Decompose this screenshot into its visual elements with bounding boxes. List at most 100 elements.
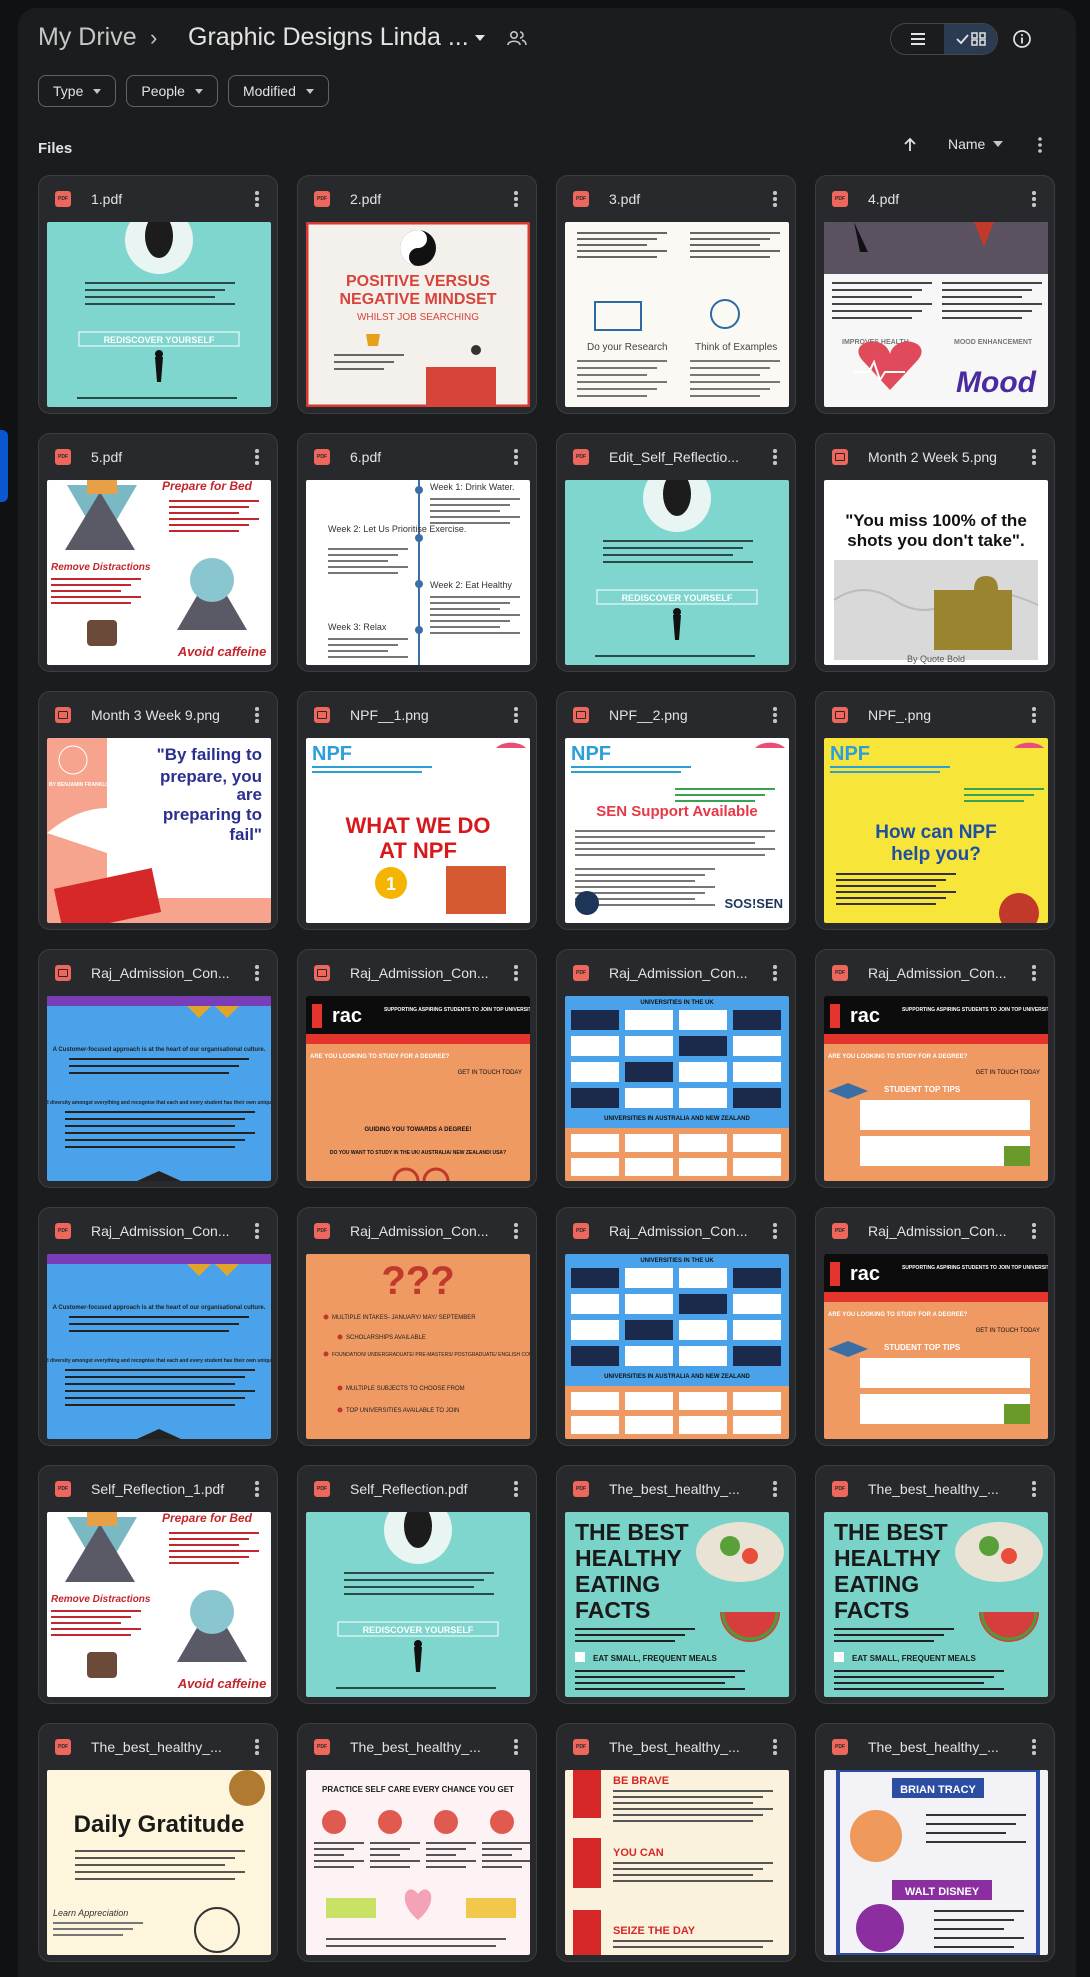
more-actions-icon[interactable] — [1024, 449, 1044, 465]
file-card[interactable]: PDF Raj_Admission_Con... A Customer-focu… — [38, 1207, 278, 1446]
more-actions-icon[interactable] — [247, 449, 267, 465]
more-actions-icon[interactable] — [765, 965, 785, 981]
file-thumbnail[interactable]: rac SUPPORTING ASPIRING STUDENTS TO JOIN … — [824, 1254, 1048, 1439]
file-card[interactable]: PDF 4.pdf IMPROVES HEALTH MOOD ENHANCEMEN… — [815, 175, 1055, 414]
more-actions-icon[interactable] — [765, 707, 785, 723]
file-card[interactable]: PDF The_best_healthy_... THE BEST HEALTHY… — [815, 1465, 1055, 1704]
more-actions-icon[interactable] — [506, 1481, 526, 1497]
file-card[interactable]: PDF Raj_Admission_Con... UNIVERSITIES IN… — [556, 949, 796, 1188]
file-thumbnail[interactable]: UNIVERSITIES IN THE UK UNIVERSITIES IN AU… — [565, 1254, 789, 1439]
file-thumbnail[interactable]: BRIAN TRACY WALT DISNEY — [824, 1770, 1048, 1955]
breadcrumb-current-folder[interactable]: Graphic Designs Linda ... — [188, 23, 469, 52]
file-thumbnail[interactable]: A Customer-focused approach is at the he… — [47, 1254, 271, 1439]
thumb-text: BY BENJAMIN FRANKLIN — [49, 782, 111, 788]
shared-folder-icon[interactable] — [505, 27, 529, 49]
file-card[interactable]: Month 3 Week 9.png BY BENJAMIN FRANKLIN "… — [38, 691, 278, 930]
more-actions-icon[interactable] — [506, 1223, 526, 1239]
file-card[interactable]: NPF__1.png NPF WHAT WE DO AT NPF 1 — [297, 691, 537, 930]
more-actions-icon[interactable] — [247, 1739, 267, 1755]
file-card[interactable]: PDF Raj_Admission_Con... rac SUPPORTING A… — [815, 1207, 1055, 1446]
file-thumbnail[interactable]: Prepare for Bed Remove Distractions Avoid … — [47, 480, 271, 665]
file-card[interactable]: PDF 3.pdf Do your Research Think of Examp… — [556, 175, 796, 414]
filter-modified-chip[interactable]: Modified — [227, 75, 329, 107]
file-card[interactable]: PDF The_best_healthy_... Daily Gratitude… — [38, 1723, 278, 1962]
file-card[interactable]: PDF The_best_healthy_... BE BRAVE YOU CAN… — [556, 1723, 796, 1962]
file-thumbnail[interactable]: Daily Gratitude Learn Appreciation — [47, 1770, 271, 1955]
file-thumbnail[interactable]: REDISCOVER YOURSELF — [47, 222, 271, 407]
file-thumbnail[interactable]: NPF SEN Support Available SOS!SEN — [565, 738, 789, 923]
file-card[interactable]: PDF Edit_Self_Reflectio... REDISCOVER YO… — [556, 433, 796, 672]
file-thumbnail[interactable]: BY BENJAMIN FRANKLIN "By failing to prepar… — [47, 738, 271, 923]
more-actions-icon[interactable] — [1024, 707, 1044, 723]
more-actions-icon[interactable] — [765, 191, 785, 207]
file-card[interactable]: PDF Self_Reflection_1.pdf Prepare for Be… — [38, 1465, 278, 1704]
file-card[interactable]: NPF_.png NPF How can NPF help you? — [815, 691, 1055, 930]
file-thumbnail[interactable]: REDISCOVER YOURSELF — [565, 480, 789, 665]
file-thumbnail[interactable]: POSITIVE VERSUS NEGATIVE MINDSET WHILST JO… — [306, 222, 530, 407]
more-actions-icon[interactable] — [506, 965, 526, 981]
file-card[interactable]: PDF 5.pdf Prepare for Bed Remove Distract… — [38, 433, 278, 672]
file-thumbnail[interactable]: NPF How can NPF help you? — [824, 738, 1048, 923]
more-actions-icon[interactable] — [1024, 1739, 1044, 1755]
sort-direction-arrow-icon[interactable] — [898, 133, 922, 157]
file-card[interactable]: Raj_Admission_Con... rac SUPPORTING ASPIR… — [297, 949, 537, 1188]
file-card[interactable]: PDF The_best_healthy_... THE BEST HEALTHY… — [556, 1465, 796, 1704]
file-thumbnail[interactable]: REDISCOVER YOURSELF — [306, 1512, 530, 1697]
more-actions-icon[interactable] — [506, 1739, 526, 1755]
list-view-button[interactable] — [891, 24, 944, 54]
file-card[interactable]: NPF__2.png NPF SEN Support Available SOS!S… — [556, 691, 796, 930]
side-panel-tab[interactable] — [0, 430, 8, 502]
breadcrumb-root[interactable]: My Drive — [38, 23, 137, 52]
file-thumbnail[interactable]: Week 1: Drink Water. Week 2: Let Us Prior… — [306, 480, 530, 665]
more-actions-icon[interactable] — [765, 449, 785, 465]
file-card[interactable]: Month 2 Week 5.png "You miss 100% of the… — [815, 433, 1055, 672]
more-actions-icon[interactable] — [247, 191, 267, 207]
folder-menu-caret-icon[interactable] — [470, 28, 490, 48]
more-options-icon[interactable] — [1028, 133, 1052, 157]
file-thumbnail[interactable]: rac SUPPORTING ASPIRING STUDENTS TO JOIN … — [824, 996, 1048, 1181]
file-thumbnail[interactable]: NPF WHAT WE DO AT NPF 1 — [306, 738, 530, 923]
file-card-header: PDF Edit_Self_Reflectio... — [557, 434, 795, 480]
filter-people-chip[interactable]: People — [126, 75, 218, 107]
file-card[interactable]: PDF The_best_healthy_... BRIAN TRACY WALT… — [815, 1723, 1055, 1962]
sort-by-name-button[interactable]: Name — [948, 136, 1004, 152]
more-actions-icon[interactable] — [1024, 191, 1044, 207]
more-actions-icon[interactable] — [765, 1481, 785, 1497]
file-card[interactable]: PDF 6.pdf Week 1: Drink Water. Week 2: Le… — [297, 433, 537, 672]
more-actions-icon[interactable] — [506, 449, 526, 465]
more-actions-icon[interactable] — [1024, 1481, 1044, 1497]
more-actions-icon[interactable] — [765, 1739, 785, 1755]
more-actions-icon[interactable] — [247, 707, 267, 723]
file-thumbnail[interactable]: A Customer-focused approach is at the he… — [47, 996, 271, 1181]
file-card[interactable]: Raj_Admission_Con... A Customer-focused … — [38, 949, 278, 1188]
grid-view-button[interactable] — [944, 24, 997, 54]
file-card[interactable]: PDF 2.pdf POSITIVE VERSUS NEGATIVE MINDSE… — [297, 175, 537, 414]
file-thumbnail[interactable]: "You miss 100% of the shots you don't tak… — [824, 480, 1048, 665]
file-thumbnail[interactable]: UNIVERSITIES IN THE UK UNIVERSITIES IN AU… — [565, 996, 789, 1181]
file-card[interactable]: PDF Self_Reflection.pdf REDISCOVER YOURS… — [297, 1465, 537, 1704]
file-thumbnail[interactable]: THE BEST HEALTHY EATING FACTS EAT SMALL, FRE… — [565, 1512, 789, 1697]
more-actions-icon[interactable] — [506, 191, 526, 207]
more-actions-icon[interactable] — [1024, 1223, 1044, 1239]
file-card[interactable]: PDF Raj_Admission_Con... UNIVERSITIES IN… — [556, 1207, 796, 1446]
file-thumbnail[interactable]: IMPROVES HEALTH MOOD ENHANCEMENT Mood — [824, 222, 1048, 407]
file-thumbnail[interactable]: Do your Research Think of Examples — [565, 222, 789, 407]
info-icon[interactable] — [1010, 27, 1034, 51]
file-card[interactable]: PDF 1.pdf REDISCOVER YOURSELF — [38, 175, 278, 414]
file-thumbnail[interactable]: rac SUPPORTING ASPIRING STUDENTS TO JOIN … — [306, 996, 530, 1181]
file-thumbnail[interactable]: Prepare for Bed Remove Distractions Avoid … — [47, 1512, 271, 1697]
more-actions-icon[interactable] — [765, 1223, 785, 1239]
more-actions-icon[interactable] — [247, 965, 267, 981]
file-thumbnail[interactable]: THE BEST HEALTHY EATING FACTS EAT SMALL, FRE… — [824, 1512, 1048, 1697]
file-card[interactable]: PDF Raj_Admission_Con... ??? MULTIPLE INT… — [297, 1207, 537, 1446]
more-actions-icon[interactable] — [1024, 965, 1044, 981]
file-thumbnail[interactable]: ??? MULTIPLE INTAKES- JANUARY/ MAY/ SEPTE… — [306, 1254, 530, 1439]
more-actions-icon[interactable] — [247, 1481, 267, 1497]
file-card[interactable]: PDF Raj_Admission_Con... rac SUPPORTING A… — [815, 949, 1055, 1188]
more-actions-icon[interactable] — [247, 1223, 267, 1239]
filter-type-chip[interactable]: Type — [38, 75, 117, 107]
file-card[interactable]: PDF The_best_healthy_... PRACTICE SELF C… — [297, 1723, 537, 1962]
more-actions-icon[interactable] — [506, 707, 526, 723]
file-thumbnail[interactable]: BE BRAVE YOU CAN SEIZE THE DAY — [565, 1770, 789, 1955]
file-thumbnail[interactable]: PRACTICE SELF CARE EVERY CHANCE YOU GET — [306, 1770, 530, 1955]
